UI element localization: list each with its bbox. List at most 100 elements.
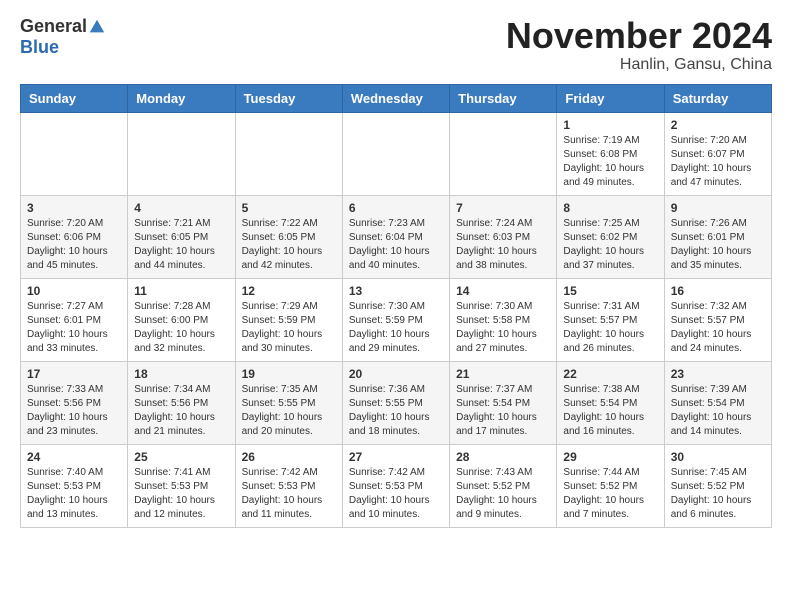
- day-number: 4: [134, 201, 228, 215]
- calendar-cell: 27 Sunrise: 7:42 AM Sunset: 5:53 PM Dayli…: [342, 444, 449, 527]
- day-number: 6: [349, 201, 443, 215]
- day-info: Sunrise: 7:30 AM Sunset: 5:59 PM Dayligh…: [349, 301, 430, 354]
- day-number: 8: [563, 201, 657, 215]
- day-info: Sunrise: 7:29 AM Sunset: 5:59 PM Dayligh…: [242, 301, 323, 354]
- day-info: Sunrise: 7:21 AM Sunset: 6:05 PM Dayligh…: [134, 218, 215, 271]
- day-number: 27: [349, 450, 443, 464]
- weekday-header: Sunday: [21, 84, 128, 112]
- day-info: Sunrise: 7:42 AM Sunset: 5:53 PM Dayligh…: [349, 467, 430, 520]
- calendar-cell: [342, 112, 449, 195]
- logo-icon: [88, 18, 106, 36]
- day-number: 12: [242, 284, 336, 298]
- weekday-header: Thursday: [450, 84, 557, 112]
- weekday-header-row: SundayMondayTuesdayWednesdayThursdayFrid…: [21, 84, 772, 112]
- day-info: Sunrise: 7:38 AM Sunset: 5:54 PM Dayligh…: [563, 384, 644, 437]
- day-number: 5: [242, 201, 336, 215]
- calendar-cell: [128, 112, 235, 195]
- day-info: Sunrise: 7:36 AM Sunset: 5:55 PM Dayligh…: [349, 384, 430, 437]
- day-info: Sunrise: 7:42 AM Sunset: 5:53 PM Dayligh…: [242, 467, 323, 520]
- calendar-cell: [450, 112, 557, 195]
- calendar-cell: 18Sunrise: 7:34 AM Sunset: 5:56 PM Dayli…: [128, 361, 235, 444]
- calendar-cell: 22 Sunrise: 7:38 AM Sunset: 5:54 PM Dayli…: [557, 361, 664, 444]
- calendar-week-row: 3Sunrise: 7:20 AM Sunset: 6:06 PM Daylig…: [21, 195, 772, 278]
- day-info: Sunrise: 7:37 AM Sunset: 5:54 PM Dayligh…: [456, 384, 537, 437]
- day-info: Sunrise: 7:19 AM Sunset: 6:08 PM Dayligh…: [563, 135, 644, 188]
- day-number: 11: [134, 284, 228, 298]
- day-number: 24: [27, 450, 121, 464]
- calendar-week-row: 10 Sunrise: 7:27 AM Sunset: 6:01 PM Dayli…: [21, 278, 772, 361]
- day-number: 28: [456, 450, 550, 464]
- day-info: Sunrise: 7:35 AM Sunset: 5:55 PM Dayligh…: [242, 384, 323, 437]
- calendar-cell: 11 Sunrise: 7:28 AM Sunset: 6:00 PM Dayli…: [128, 278, 235, 361]
- calendar-cell: 3Sunrise: 7:20 AM Sunset: 6:06 PM Daylig…: [21, 195, 128, 278]
- logo-blue-text: Blue: [20, 37, 59, 58]
- calendar-cell: 2 Sunrise: 7:20 AM Sunset: 6:07 PM Daylig…: [664, 112, 771, 195]
- calendar-week-row: 1 Sunrise: 7:19 AM Sunset: 6:08 PM Daylig…: [21, 112, 772, 195]
- day-info: Sunrise: 7:30 AM Sunset: 5:58 PM Dayligh…: [456, 301, 537, 354]
- calendar-cell: 7 Sunrise: 7:24 AM Sunset: 6:03 PM Daylig…: [450, 195, 557, 278]
- day-info: Sunrise: 7:39 AM Sunset: 5:54 PM Dayligh…: [671, 384, 752, 437]
- day-info: Sunrise: 7:20 AM Sunset: 6:07 PM Dayligh…: [671, 135, 752, 188]
- day-info: Sunrise: 7:43 AM Sunset: 5:52 PM Dayligh…: [456, 467, 537, 520]
- day-info: Sunrise: 7:20 AM Sunset: 6:06 PM Dayligh…: [27, 218, 108, 271]
- day-info: Sunrise: 7:44 AM Sunset: 5:52 PM Dayligh…: [563, 467, 644, 520]
- day-info: Sunrise: 7:24 AM Sunset: 6:03 PM Dayligh…: [456, 218, 537, 271]
- month-title: November 2024: [506, 16, 772, 56]
- day-number: 9: [671, 201, 765, 215]
- weekday-header: Friday: [557, 84, 664, 112]
- weekday-header: Wednesday: [342, 84, 449, 112]
- calendar-cell: 9 Sunrise: 7:26 AM Sunset: 6:01 PM Daylig…: [664, 195, 771, 278]
- logo: General Blue: [20, 16, 106, 58]
- day-number: 19: [242, 367, 336, 381]
- location: Hanlin, Gansu, China: [506, 56, 772, 74]
- day-info: Sunrise: 7:31 AM Sunset: 5:57 PM Dayligh…: [563, 301, 644, 354]
- day-number: 25: [134, 450, 228, 464]
- calendar-cell: 20 Sunrise: 7:36 AM Sunset: 5:55 PM Dayli…: [342, 361, 449, 444]
- day-info: Sunrise: 7:32 AM Sunset: 5:57 PM Dayligh…: [671, 301, 752, 354]
- weekday-header: Tuesday: [235, 84, 342, 112]
- day-info: Sunrise: 7:27 AM Sunset: 6:01 PM Dayligh…: [27, 301, 108, 354]
- calendar-cell: 19 Sunrise: 7:35 AM Sunset: 5:55 PM Dayli…: [235, 361, 342, 444]
- title-block: November 2024 Hanlin, Gansu, China: [506, 16, 772, 74]
- calendar-cell: 17Sunrise: 7:33 AM Sunset: 5:56 PM Dayli…: [21, 361, 128, 444]
- calendar-cell: 5 Sunrise: 7:22 AM Sunset: 6:05 PM Daylig…: [235, 195, 342, 278]
- calendar-cell: 30Sunrise: 7:45 AM Sunset: 5:52 PM Dayli…: [664, 444, 771, 527]
- calendar-cell: 13Sunrise: 7:30 AM Sunset: 5:59 PM Dayli…: [342, 278, 449, 361]
- day-info: Sunrise: 7:33 AM Sunset: 5:56 PM Dayligh…: [27, 384, 108, 437]
- day-info: Sunrise: 7:23 AM Sunset: 6:04 PM Dayligh…: [349, 218, 430, 271]
- calendar-cell: [235, 112, 342, 195]
- page: General Blue November 2024 Hanlin, Gansu…: [0, 0, 792, 548]
- calendar-cell: 24Sunrise: 7:40 AM Sunset: 5:53 PM Dayli…: [21, 444, 128, 527]
- day-info: Sunrise: 7:41 AM Sunset: 5:53 PM Dayligh…: [134, 467, 215, 520]
- day-number: 2: [671, 118, 765, 132]
- calendar-cell: 26 Sunrise: 7:42 AM Sunset: 5:53 PM Dayli…: [235, 444, 342, 527]
- day-number: 23: [671, 367, 765, 381]
- day-number: 22: [563, 367, 657, 381]
- day-number: 10: [27, 284, 121, 298]
- calendar-week-row: 24Sunrise: 7:40 AM Sunset: 5:53 PM Dayli…: [21, 444, 772, 527]
- calendar-cell: 10 Sunrise: 7:27 AM Sunset: 6:01 PM Dayli…: [21, 278, 128, 361]
- day-number: 18: [134, 367, 228, 381]
- weekday-header: Monday: [128, 84, 235, 112]
- day-number: 20: [349, 367, 443, 381]
- calendar-cell: 4 Sunrise: 7:21 AM Sunset: 6:05 PM Daylig…: [128, 195, 235, 278]
- calendar-cell: 14Sunrise: 7:30 AM Sunset: 5:58 PM Dayli…: [450, 278, 557, 361]
- day-info: Sunrise: 7:25 AM Sunset: 6:02 PM Dayligh…: [563, 218, 644, 271]
- calendar-cell: 29 Sunrise: 7:44 AM Sunset: 5:52 PM Dayli…: [557, 444, 664, 527]
- day-number: 1: [563, 118, 657, 132]
- day-number: 29: [563, 450, 657, 464]
- day-number: 16: [671, 284, 765, 298]
- day-info: Sunrise: 7:26 AM Sunset: 6:01 PM Dayligh…: [671, 218, 752, 271]
- calendar-cell: 28 Sunrise: 7:43 AM Sunset: 5:52 PM Dayli…: [450, 444, 557, 527]
- calendar-cell: 15 Sunrise: 7:31 AM Sunset: 5:57 PM Dayli…: [557, 278, 664, 361]
- day-info: Sunrise: 7:22 AM Sunset: 6:05 PM Dayligh…: [242, 218, 323, 271]
- day-info: Sunrise: 7:28 AM Sunset: 6:00 PM Dayligh…: [134, 301, 215, 354]
- day-number: 7: [456, 201, 550, 215]
- calendar-cell: 23 Sunrise: 7:39 AM Sunset: 5:54 PM Dayli…: [664, 361, 771, 444]
- day-number: 15: [563, 284, 657, 298]
- day-number: 26: [242, 450, 336, 464]
- calendar-week-row: 17Sunrise: 7:33 AM Sunset: 5:56 PM Dayli…: [21, 361, 772, 444]
- calendar-cell: 6 Sunrise: 7:23 AM Sunset: 6:04 PM Daylig…: [342, 195, 449, 278]
- calendar-cell: 8 Sunrise: 7:25 AM Sunset: 6:02 PM Daylig…: [557, 195, 664, 278]
- weekday-header: Saturday: [664, 84, 771, 112]
